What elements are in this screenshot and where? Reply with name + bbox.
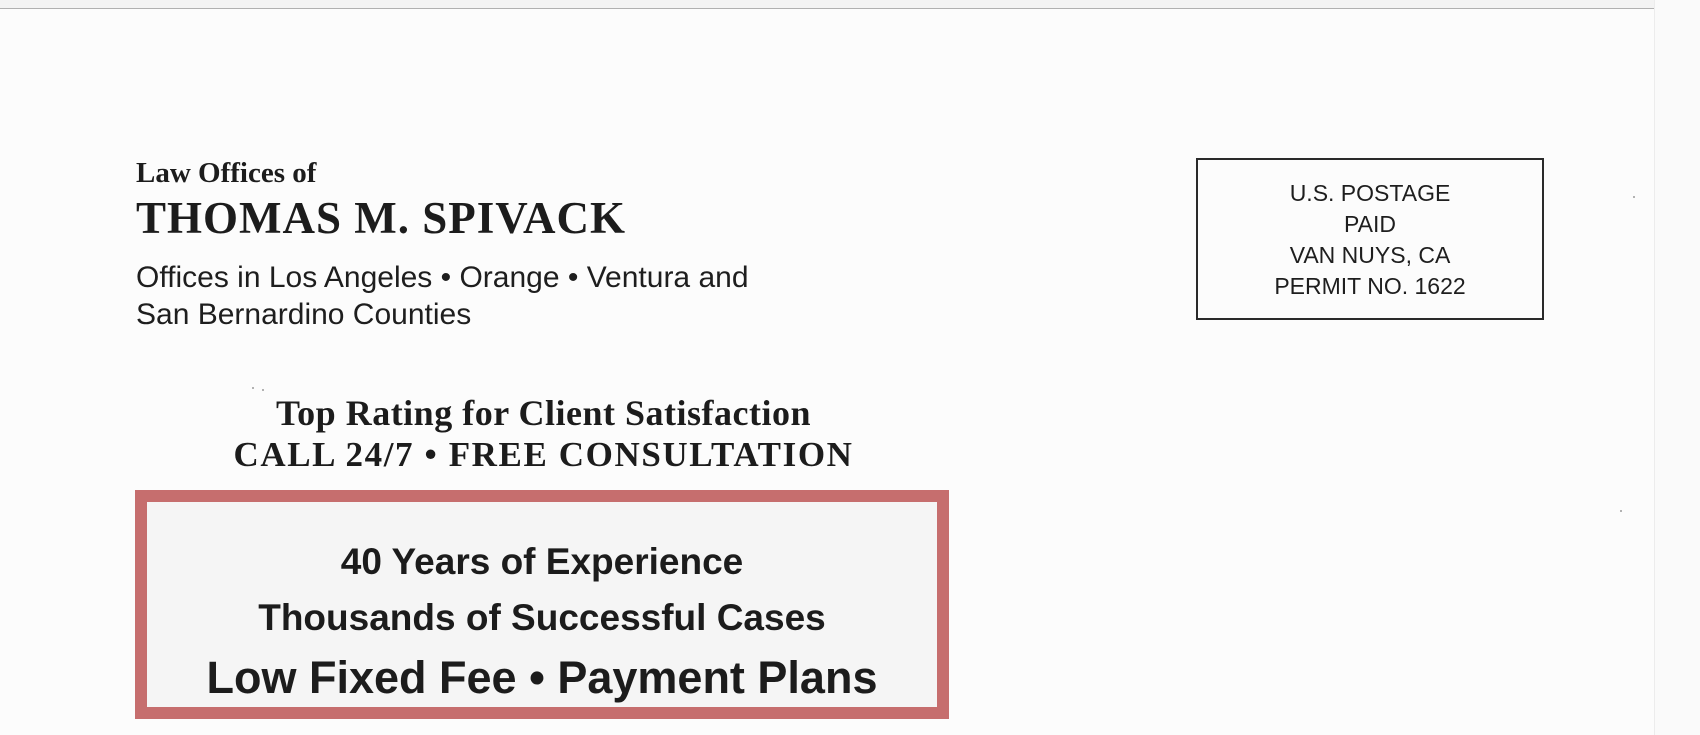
postage-indicia: U.S. POSTAGE PAID VAN NUYS, CA PERMIT NO… — [1196, 158, 1544, 320]
tagline: Top Rating for Client Satisfaction CALL … — [136, 392, 951, 476]
offices-line-2: San Bernardino Counties — [136, 298, 472, 331]
postage-line-3: VAN NUYS, CA — [1289, 242, 1451, 268]
paper-speck — [1633, 196, 1635, 198]
envelope-right-edge — [1654, 0, 1700, 735]
experience-line: 40 Years of Experience — [340, 541, 744, 582]
paper-speck — [262, 389, 264, 391]
highlight-box: 40 Years of Experience Thousands of Succ… — [135, 490, 949, 719]
tagline-call: CALL 24/7 • FREE CONSULTATION — [233, 435, 854, 474]
paper-speck — [1620, 510, 1622, 512]
paper-speck — [252, 387, 254, 389]
postage-line-4: PERMIT NO. 1622 — [1274, 273, 1466, 299]
envelope: Law Offices of THOMAS M. SPIVACK Offices… — [0, 0, 1700, 735]
tagline-rating: Top Rating for Client Satisfaction — [275, 393, 812, 433]
cases-line: Thousands of Successful Cases — [258, 597, 826, 638]
law-offices-of-label: Law Offices of — [136, 157, 317, 189]
postage-line-1: U.S. POSTAGE — [1289, 180, 1451, 206]
envelope-top-edge — [0, 0, 1655, 9]
postage-line-2: PAID — [1344, 211, 1396, 237]
firm-name: THOMAS M. SPIVACK — [136, 193, 626, 243]
offices-line-1: Offices in Los Angeles • Orange • Ventur… — [136, 261, 749, 294]
fee-line: Low Fixed Fee • Payment Plans — [206, 652, 878, 703]
return-address: Law Offices of THOMAS M. SPIVACK Offices… — [136, 156, 986, 333]
